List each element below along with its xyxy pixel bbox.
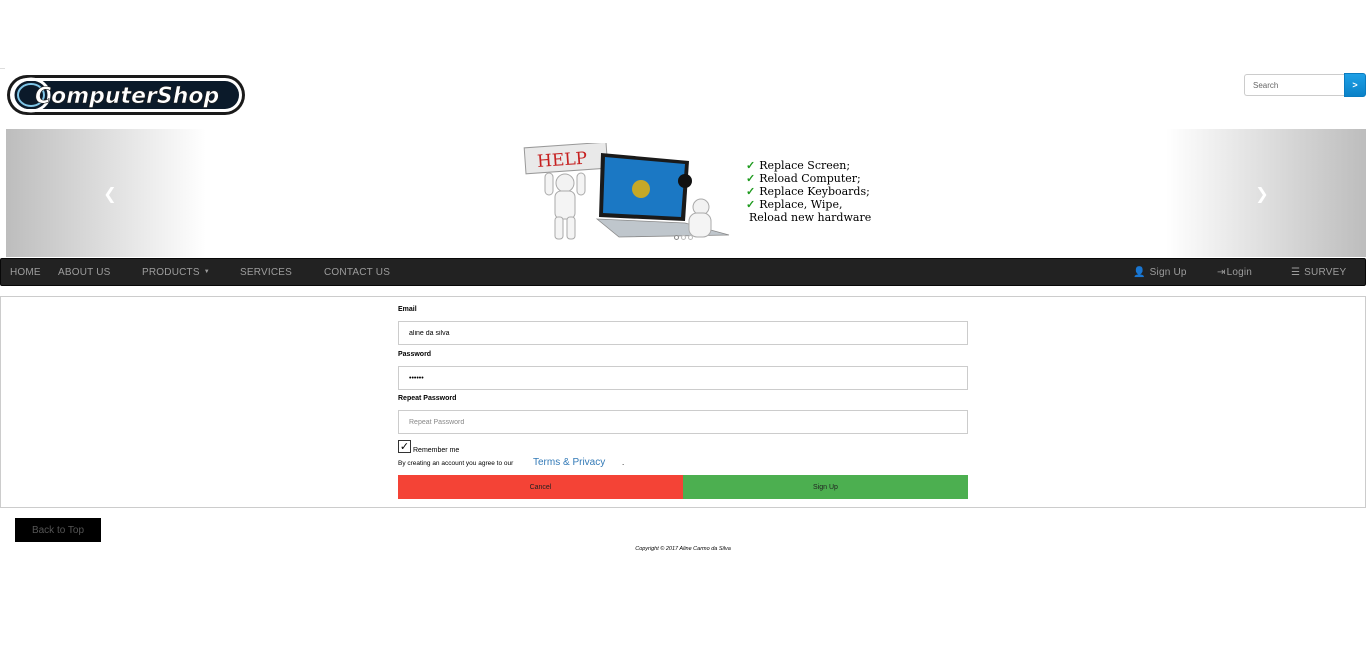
carousel-indicators [674,235,693,240]
nav-signup-label: Sign Up [1149,266,1187,278]
slide-line: ✓ Reload Computer; [746,172,861,185]
search-button-label: > [1352,80,1358,90]
list-icon: ☰ [1291,266,1301,278]
remember-me-checkbox[interactable]: ✓ [398,440,411,453]
nav-products-dropdown[interactable]: PRODUCTS ▼ [142,259,210,285]
password-field[interactable] [398,366,968,390]
user-icon: 👤 [1133,266,1146,278]
nav-about[interactable]: ABOUT US [58,259,111,285]
slide-line: ✓ Replace Keyboards; [746,185,870,198]
page: ComputerShop > ❮ ❯ HELP [0,0,1366,660]
nav-contact[interactable]: CONTACT US [324,259,390,285]
nav-home-label: HOME [10,266,41,278]
remember-me-label: Remember me [413,447,460,454]
repeat-password-field[interactable] [398,410,968,434]
carousel-indicator[interactable] [674,235,679,240]
back-to-top-label: Back to Top [31,524,85,536]
chevron-left-icon[interactable]: ❮ [102,184,118,203]
chevron-right-icon[interactable]: ❯ [1254,184,1270,203]
carousel-slide-caption: ✓ Replace Screen; ✓ Reload Computer; ✓ Repl… [746,159,871,224]
copyright-text: Copyright © 2017 Aline Carmo da Silva [635,546,731,552]
signup-button[interactable]: Sign Up [683,475,968,499]
email-label: Email [398,306,417,313]
nav-login[interactable]: ⇥ Login [1217,259,1252,285]
back-to-top-button[interactable]: Back to Top [15,518,101,542]
nav-survey-label: SURVEY [1304,266,1347,278]
nav-home[interactable]: HOME [10,259,41,285]
image-carousel: ❮ ❯ HELP ✓ Replace Screen; ✓ Reload Comp… [6,129,1366,257]
slide-line: ✓ Replace Screen; [746,159,851,172]
nav-signup[interactable]: 👤 Sign Up [1133,259,1187,285]
checkmark-icon: ✓ [746,185,756,198]
carousel-indicator[interactable] [681,235,686,240]
nav-about-label: ABOUT US [58,266,111,278]
password-label: Password [398,351,432,358]
terms-agreement-text: By creating an account you agree to our [398,460,514,467]
nav-survey[interactable]: ☰ SURVEY [1291,259,1346,285]
carousel-slide-image: HELP [489,141,765,243]
nav-services[interactable]: SERVICES [240,259,292,285]
login-icon: ⇥ [1217,266,1226,278]
nav-services-label: SERVICES [240,266,292,278]
caret-down-icon: ▼ [203,269,210,275]
carousel-indicator[interactable] [688,235,693,240]
nav-products-label: PRODUCTS [142,266,200,278]
checkmark-icon: ✓ [746,172,756,185]
cancel-button-label: Cancel [529,483,552,491]
search-button[interactable]: > [1344,73,1366,97]
logo-text: ComputerShop [35,84,219,109]
checkmark-icon: ✓ [399,440,410,453]
nav-contact-label: CONTACT US [324,266,391,278]
signup-button-label: Sign Up [813,483,838,491]
checkmark-icon: ✓ [746,198,756,211]
main-navbar: HOME ABOUT US PRODUCTS ▼ SERVICES CONTACT… [0,258,1366,286]
search-input[interactable] [1244,74,1344,96]
divider [0,56,5,69]
nav-login-label: Login [1226,266,1253,278]
terms-suffix: . [622,458,625,467]
checkmark-icon: ✓ [746,159,756,172]
cancel-button[interactable]: Cancel [398,475,683,499]
slide-line: Reload new hardware [749,211,872,224]
computershop-logo[interactable]: ComputerShop [5,72,247,118]
help-sign-text: HELP [537,149,588,172]
repeat-password-label: Repeat Password [398,395,457,402]
slide-line: ✓ Replace, Wipe, [746,198,843,211]
email-field[interactable] [398,321,968,345]
terms-privacy-link[interactable]: Terms & Privacy [533,457,605,468]
search-bar: > [1244,73,1366,98]
